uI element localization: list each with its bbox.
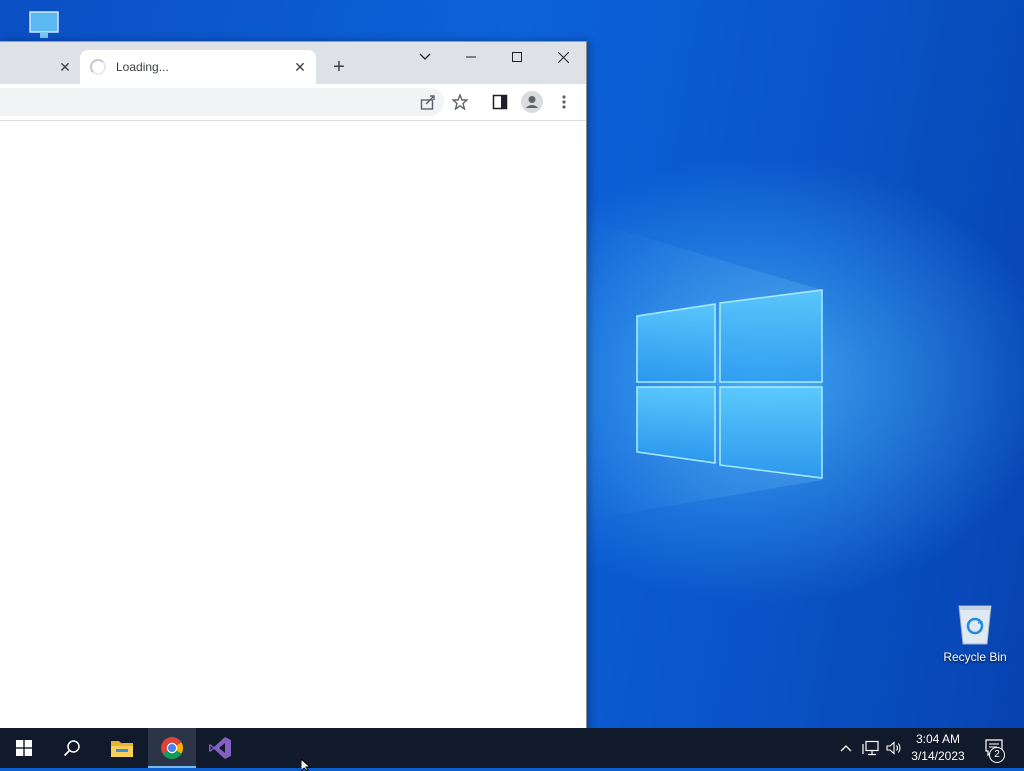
visual-studio-icon <box>209 737 231 759</box>
mouse-cursor-icon <box>301 759 312 771</box>
tab-close-button[interactable]: ✕ <box>291 58 309 76</box>
avatar-icon <box>521 91 543 113</box>
close-window-button[interactable] <box>540 42 586 72</box>
star-icon <box>452 94 468 110</box>
network-button[interactable] <box>860 728 882 768</box>
side-panel-button[interactable] <box>488 90 512 114</box>
monitor-icon <box>29 11 59 38</box>
tab-search-button[interactable] <box>402 42 448 72</box>
side-panel-icon <box>492 94 508 110</box>
share-button[interactable] <box>416 90 440 114</box>
share-icon <box>420 95 435 110</box>
recycle-bin-label: Recycle Bin <box>943 650 1007 664</box>
minimize-button[interactable] <box>448 42 494 72</box>
folder-icon <box>111 741 133 757</box>
profile-button[interactable] <box>520 90 544 114</box>
tab-active[interactable]: Loading... ✕ <box>80 50 316 84</box>
clock[interactable]: 3:04 AM 3/14/2023 <box>900 731 976 765</box>
address-bar[interactable] <box>0 88 444 116</box>
browser-window[interactable]: ✕ Loading... ✕ + <box>0 41 587 741</box>
tab-inactive[interactable]: ✕ <box>0 50 78 84</box>
clock-time: 3:04 AM <box>915 732 961 746</box>
page-content[interactable] <box>0 121 586 741</box>
maximize-button[interactable] <box>494 42 540 72</box>
network-icon <box>862 740 879 756</box>
more-vertical-icon <box>562 95 566 109</box>
show-hidden-icons-button[interactable] <box>836 728 856 768</box>
desktop-icon-this-pc[interactable] <box>26 10 62 42</box>
taskbar-file-explorer[interactable] <box>98 728 146 768</box>
taskbar-chrome[interactable] <box>148 728 196 768</box>
taskbar-visual-studio[interactable] <box>196 728 244 768</box>
chevron-down-icon <box>419 53 431 60</box>
search-button[interactable] <box>48 728 96 768</box>
chrome-icon <box>161 737 183 759</box>
start-button[interactable] <box>0 728 48 768</box>
windows-start-icon <box>16 740 32 756</box>
recycle-bin-icon <box>958 605 992 645</box>
search-icon <box>63 740 80 757</box>
tab-close-button[interactable]: ✕ <box>56 58 74 76</box>
notification-count-badge: 2 <box>989 747 1005 763</box>
maximize-icon <box>512 52 522 62</box>
bookmark-button[interactable] <box>448 90 472 114</box>
menu-button[interactable] <box>552 90 576 114</box>
minimize-icon <box>466 56 476 58</box>
new-tab-button[interactable]: + <box>328 56 350 78</box>
clock-date: 3/14/2023 <box>911 749 965 763</box>
tab-active-title: Loading... <box>116 60 169 74</box>
browser-toolbar <box>0 84 586 121</box>
chevron-up-icon <box>840 745 852 752</box>
close-icon <box>557 51 569 63</box>
tab-strip: ✕ Loading... ✕ + <box>0 42 586 84</box>
action-center-button[interactable]: 2 <box>978 728 1012 768</box>
loading-spinner-icon <box>90 59 106 75</box>
taskbar: 3:04 AM 3/14/2023 2 <box>0 728 1024 768</box>
desktop-icon-recycle-bin[interactable]: Recycle Bin <box>940 600 1010 664</box>
